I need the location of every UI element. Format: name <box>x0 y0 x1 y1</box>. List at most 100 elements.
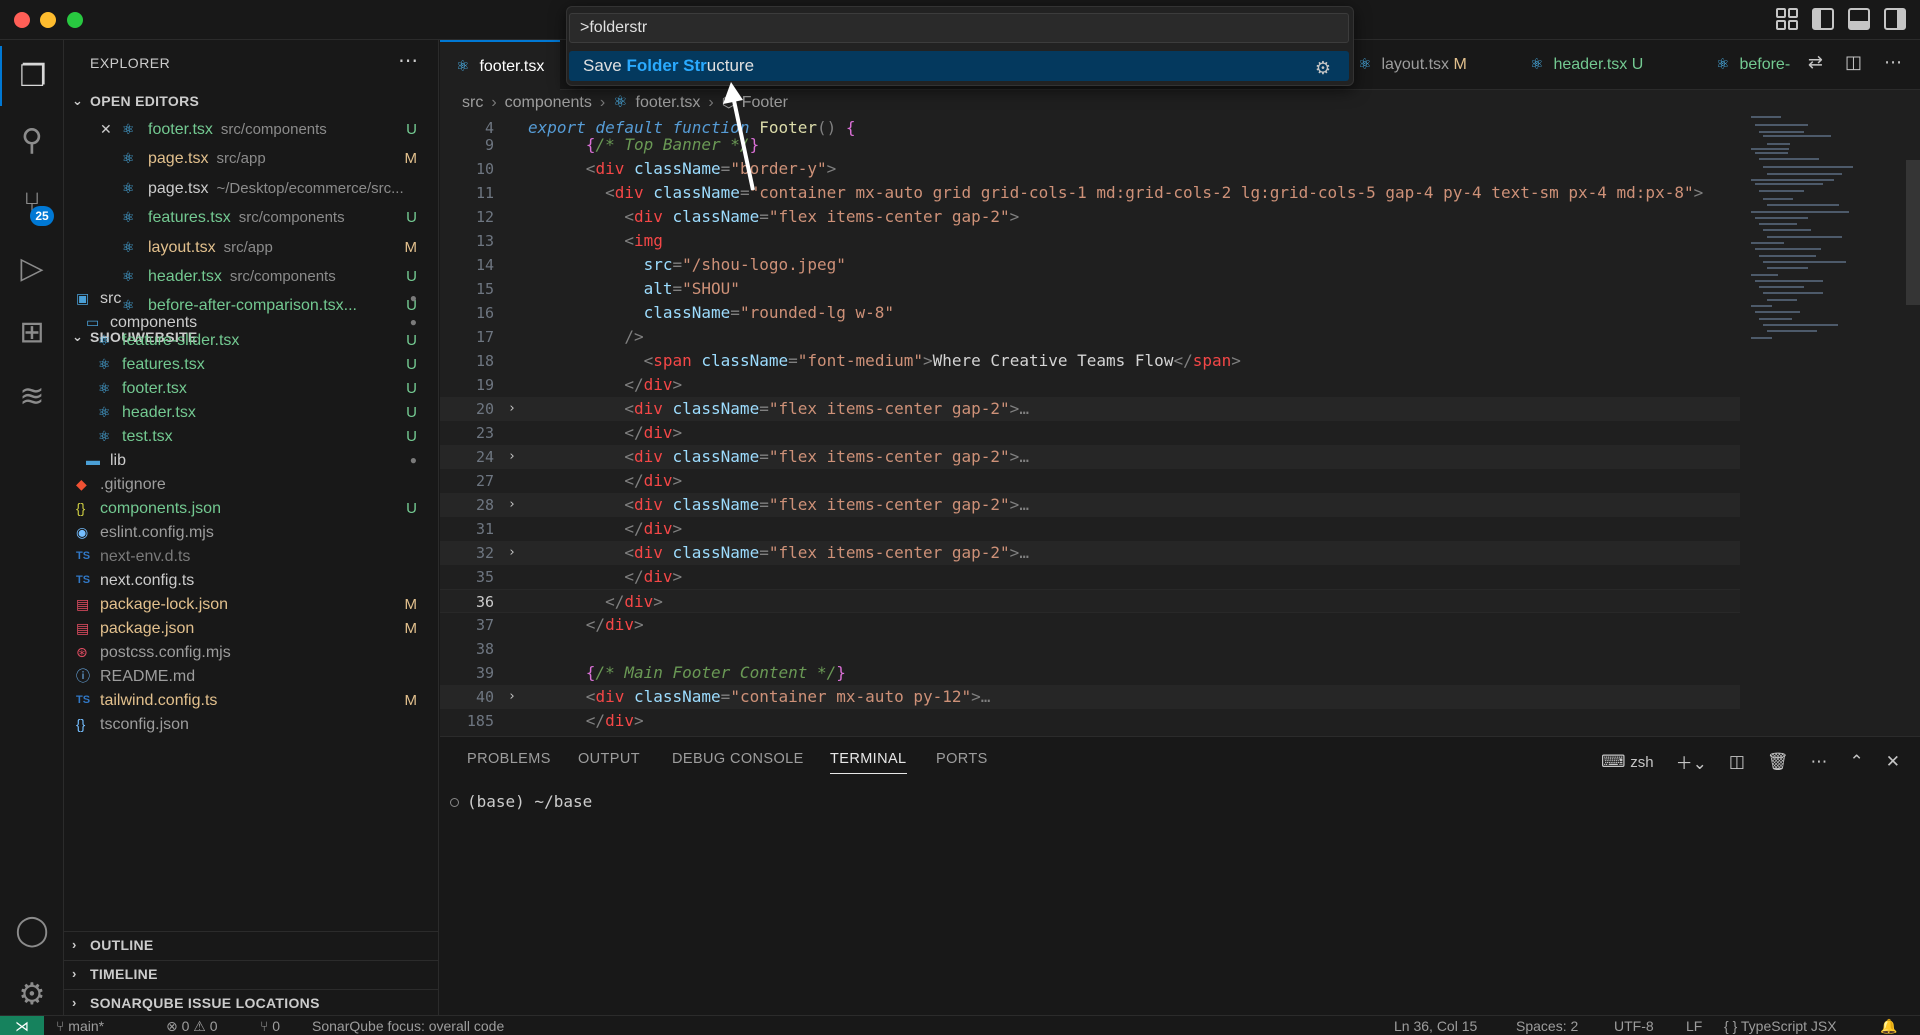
new-terminal-icon[interactable]: ＋⌄ <box>1676 749 1707 774</box>
code-line[interactable]: 32 › <div className="flex items-center ga… <box>440 540 1740 565</box>
customize-layout-icon[interactable] <box>1776 8 1798 30</box>
code-line[interactable]: 9 {/* Top Banner */} <box>440 133 1740 157</box>
code-line[interactable]: 17 /> <box>440 325 1740 349</box>
remote-indicator-icon[interactable]: ⋊ <box>0 1016 44 1035</box>
code-line[interactable]: 12 <div className="flex items-center gap… <box>440 205 1740 229</box>
code-line[interactable]: 24 › <div className="flex items-center ga… <box>440 444 1740 469</box>
fold-chevron-icon[interactable]: › <box>508 397 516 421</box>
end-of-line[interactable]: LF <box>1686 1016 1702 1035</box>
code-line[interactable]: 15 alt="SHOU" <box>440 277 1740 301</box>
code-line[interactable]: 28 › <div className="flex items-center ga… <box>440 492 1740 517</box>
code-line[interactable]: 35 </div> <box>440 565 1740 589</box>
tab-terminal[interactable]: TERMINAL <box>830 751 907 774</box>
code-line[interactable]: 37 </div> <box>440 613 1740 637</box>
breadcrumb-item[interactable]: components <box>505 94 592 111</box>
toggle-secondary-sidebar-icon[interactable] <box>1884 8 1906 30</box>
explorer-title: EXPLORER <box>90 55 171 71</box>
maximize-panel-chevron-up-icon[interactable]: ⌃ <box>1850 752 1864 772</box>
tab-layout[interactable]: ⚛ layout.tsx M <box>1358 40 1467 90</box>
fold-chevron-icon[interactable]: › <box>508 493 516 517</box>
fold-chevron-icon[interactable]: › <box>508 445 516 469</box>
more-actions-icon[interactable]: ⋯ <box>1884 52 1902 73</box>
tab-debug-console[interactable]: DEBUG CONSOLE <box>672 751 804 767</box>
open-editors-header[interactable]: ⌄ OPEN EDITORS <box>64 87 439 115</box>
account-icon[interactable]: ◯ <box>0 900 64 960</box>
close-panel-icon[interactable]: ✕ <box>1886 752 1900 772</box>
code-line[interactable]: 39 {/* Main Footer Content */} <box>440 661 1740 685</box>
code-line[interactable]: 16 className="rounded-lg w-8" <box>440 301 1740 325</box>
more-actions-icon[interactable]: ⋯ <box>398 48 418 73</box>
code-line[interactable]: 27 </div> <box>440 469 1740 493</box>
timeline-section[interactable]: › TIMELINE <box>64 960 439 988</box>
tab-header[interactable]: ⚛ header.tsx U <box>1530 40 1643 90</box>
open-editor-item[interactable]: ⚛ page.tsx ~/Desktop/ecommerce/src... <box>64 174 439 203</box>
terminal-icon[interactable]: ⌨ zsh <box>1601 752 1654 772</box>
extensions-icon[interactable]: ⊞ <box>0 302 64 362</box>
open-editor-item[interactable]: ⚛ features.tsx src/components U <box>64 203 439 232</box>
command-palette-input[interactable] <box>569 13 1349 43</box>
editor-scrollbar[interactable] <box>1906 160 1920 305</box>
code-line[interactable]: 31 </div> <box>440 517 1740 541</box>
line-number: 39 <box>475 663 494 682</box>
more-actions-icon[interactable]: ⋯ <box>1811 752 1828 772</box>
tab-footer[interactable]: ⚛ footer.tsx <box>440 40 560 90</box>
encoding[interactable]: UTF-8 <box>1614 1016 1654 1035</box>
language-mode[interactable]: { } TypeScript JSX <box>1724 1016 1837 1035</box>
code-line[interactable]: 23 </div> <box>440 421 1740 445</box>
code-line[interactable]: 20 › <div className="flex items-center ga… <box>440 396 1740 421</box>
code-line[interactable]: 19 </div> <box>440 373 1740 397</box>
close-editor-icon[interactable]: ✕ <box>100 115 112 144</box>
outline-section[interactable]: › OUTLINE <box>64 931 439 959</box>
minimize-window-button[interactable] <box>40 12 56 28</box>
run-debug-icon[interactable]: ▷ <box>0 238 64 298</box>
fold-chevron-icon[interactable]: › <box>508 541 516 565</box>
code-text: <div className="container mx-auto py-12"… <box>528 685 991 709</box>
source-control-icon[interactable]: ⑂ 25 <box>0 174 64 234</box>
split-editor-icon[interactable]: ◫ <box>1845 52 1862 73</box>
code-line[interactable]: 14 src="/shou-logo.jpeg" <box>440 253 1740 277</box>
kill-terminal-trash-icon[interactable]: 🗑 <box>1767 752 1789 772</box>
code-line[interactable]: 11 <div className="container mx-auto gri… <box>440 181 1740 205</box>
tab-output[interactable]: OUTPUT <box>578 751 640 767</box>
code-line[interactable]: 18 <span className="font-medium">Where C… <box>440 349 1740 373</box>
open-editor-item[interactable]: ✕ ⚛ footer.tsx src/components U <box>64 115 439 144</box>
configure-keybinding-gear-icon[interactable]: ⚙ <box>1315 53 1331 83</box>
notifications-bell-icon[interactable]: 🔔 <box>1880 1016 1897 1035</box>
open-editor-item[interactable]: ⚛ layout.tsx src/app M <box>64 233 439 262</box>
code-line[interactable]: 185 </div> <box>440 709 1740 733</box>
minimap[interactable] <box>1745 116 1915 356</box>
code-line[interactable]: 40 › <div className="container mx-auto py… <box>440 684 1740 709</box>
ports-indicator[interactable]: ⑂ 0 <box>260 1016 280 1035</box>
sonarqube-focus[interactable]: SonarQube focus: overall code <box>312 1016 504 1035</box>
breadcrumb-item[interactable]: footer.tsx <box>636 94 701 111</box>
sonarqube-issues-section[interactable]: › SONARQUBE ISSUE LOCATIONS <box>64 989 439 1017</box>
branch-indicator[interactable]: ⑂ main* <box>56 1016 104 1035</box>
code-line[interactable]: 36 </div> <box>440 588 1740 613</box>
close-window-button[interactable] <box>14 12 30 28</box>
breadcrumb-item[interactable]: src <box>462 94 483 111</box>
compare-changes-icon[interactable]: ⇄ <box>1808 52 1823 73</box>
fold-chevron-icon[interactable]: › <box>508 685 516 709</box>
maximize-window-button[interactable] <box>67 12 83 28</box>
split-terminal-icon[interactable]: ◫ <box>1729 752 1745 772</box>
command-result-save-folder-structure[interactable]: Save Folder Structure ⚙ <box>569 51 1349 81</box>
open-editor-item[interactable]: ⚛ page.tsx src/app M <box>64 144 439 173</box>
search-icon[interactable]: ⚲ <box>0 110 64 170</box>
terminal-output[interactable]: (base) ~/base <box>450 792 592 811</box>
tab-ports[interactable]: PORTS <box>936 751 988 767</box>
indentation[interactable]: Spaces: 2 <box>1516 1016 1578 1035</box>
code-line[interactable]: 10 <div className="border-y"> <box>440 157 1740 181</box>
toggle-primary-sidebar-icon[interactable] <box>1812 8 1834 30</box>
code-editor[interactable]: 4 export default function Footer() {9 {/*… <box>440 116 1920 736</box>
code-line[interactable]: 38 <box>440 637 1740 661</box>
explorer-icon[interactable]: ❐ <box>0 46 64 106</box>
sonarqube-icon[interactable]: ≋ <box>0 366 64 426</box>
toggle-panel-icon[interactable] <box>1848 8 1870 30</box>
problems-indicator[interactable]: ⊗ 0 ⚠ 0 <box>166 1016 218 1035</box>
cursor-position[interactable]: Ln 36, Col 15 <box>1394 1016 1477 1035</box>
tab-before-after[interactable]: ⚛ before- <box>1716 40 1790 90</box>
tab-problems[interactable]: PROBLEMS <box>467 751 551 767</box>
file-tree-item[interactable]: {} tsconfig.json <box>64 710 439 739</box>
minimap-line <box>1767 172 1842 175</box>
code-line[interactable]: 13 <img <box>440 229 1740 253</box>
